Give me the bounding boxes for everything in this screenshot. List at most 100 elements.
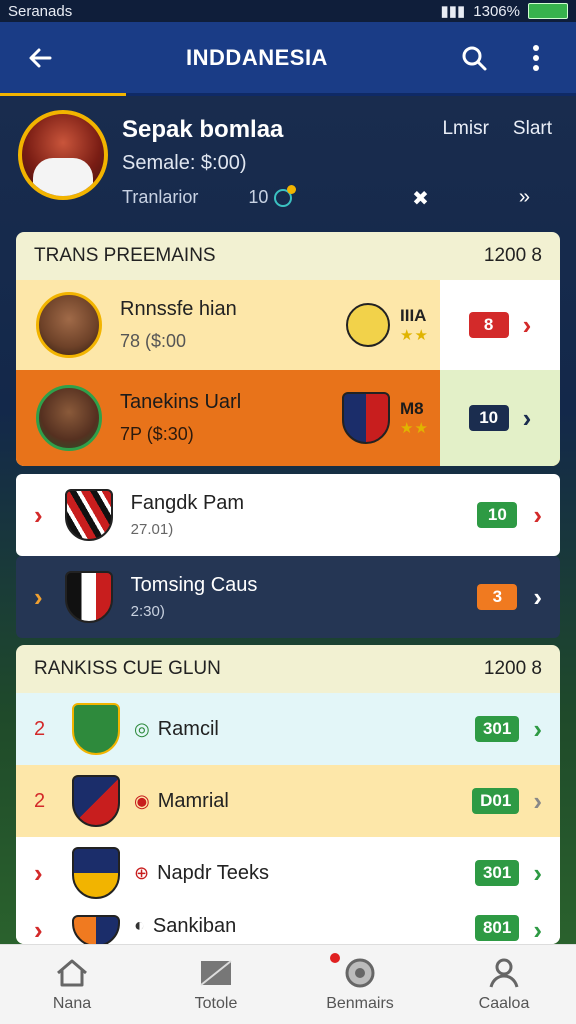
nav-label: Totole [194, 994, 238, 1012]
club-name: Tomsing Caus [130, 574, 258, 596]
rank-number: 2 [34, 789, 46, 812]
player-avatar [36, 292, 102, 358]
player-avatar [36, 385, 102, 451]
user-icon [486, 957, 522, 989]
nav-label: Benmairs [326, 994, 394, 1012]
club-crest-icon [64, 571, 113, 623]
notification-dot [330, 952, 340, 963]
profile-link-1[interactable]: Lmisr [442, 118, 488, 140]
profile-meta-value: 10 [248, 187, 269, 207]
club-emblem-icon: ⊕ [134, 862, 150, 883]
panel-count: 1200 8 [483, 245, 542, 266]
club-emblem-icon: ◎ [134, 718, 150, 739]
club-code: IIIA [400, 306, 427, 325]
chevron-right-icon: › [34, 499, 43, 530]
panel-title: RANKISS CUE GLUN [34, 658, 221, 679]
chevron-right-icon[interactable]: › [533, 500, 542, 531]
transfer-badge: 8 [468, 312, 509, 338]
transfer-row[interactable]: Rnnssfe hian 78 ($:00 IIIA ★★ 8 › [16, 280, 560, 370]
chevron-right-icon[interactable]: › [533, 714, 542, 745]
nav-item-messages[interactable]: Totole [156, 957, 276, 1013]
chevron-right-icon[interactable]: › [533, 915, 542, 944]
ranking-name: Napdr Teeks [157, 861, 270, 884]
player-price: 78 ($:00 [120, 331, 187, 351]
club-sub: 27.01) [130, 521, 174, 538]
chevron-right-icon: › [34, 857, 43, 888]
tools-icon[interactable]: ✖ [412, 186, 429, 211]
club-crest-icon [72, 915, 120, 944]
fast-forward-icon[interactable]: » [519, 186, 530, 211]
club-crest-icon [64, 489, 113, 541]
search-button[interactable] [454, 38, 494, 78]
ranking-row[interactable]: 2 ◎ Ramcil 301 › [16, 693, 560, 765]
chevron-right-icon: › [34, 581, 43, 612]
club-crest-icon [72, 847, 120, 899]
club-code: M8 [400, 399, 424, 418]
ball-icon [342, 957, 378, 989]
club-sub: 2:30) [130, 603, 165, 620]
club-crest-icon [346, 303, 390, 347]
club-badge: 10 [477, 502, 518, 528]
more-vertical-icon [533, 44, 539, 71]
carrier-label: Seranads [8, 2, 73, 20]
back-button[interactable] [20, 38, 60, 78]
search-icon [462, 46, 487, 70]
ranking-panel: RANKISS CUE GLUN 1200 8 2 ◎ Ramcil 301 ›… [16, 645, 560, 944]
club-row[interactable]: › Fangdk Pam 27.01) 10 › [16, 474, 560, 556]
player-name: Tanekins Uarl [120, 391, 242, 413]
ranking-row[interactable]: › ◐ Sankiban 801 › [16, 909, 560, 944]
app-bar: INDDANESIA [0, 22, 576, 96]
ranking-badge: 301 [474, 860, 520, 886]
chevron-right-icon[interactable]: › [533, 582, 542, 613]
ranking-badge: 801 [474, 915, 520, 941]
transfer-badge: 10 [468, 405, 509, 431]
nav-item-members[interactable]: Benmairs [300, 952, 420, 1013]
club-crest-icon [72, 775, 120, 827]
ranking-name: Mamrial [157, 789, 229, 812]
chevron-right-icon[interactable]: › [523, 403, 532, 434]
rating-stars-icon: ★★ [400, 327, 429, 344]
club-emblem-icon: ◐ [134, 915, 145, 935]
more-button[interactable] [516, 38, 556, 78]
profile-meta-label: Tranlarior [122, 187, 199, 207]
nav-item-home[interactable]: Nana [12, 957, 132, 1013]
mail-icon [198, 957, 234, 989]
profile-card: Sepak bomlaa Semale: $:00) Tranlarior 10… [0, 96, 576, 226]
nav-label: Nana [52, 994, 92, 1012]
profile-link-2[interactable]: Slart [513, 118, 552, 140]
chevron-right-icon: › [34, 915, 43, 944]
status-bar: Seranads ▮▮▮ 1306% [0, 0, 576, 22]
back-arrow-icon [29, 48, 52, 67]
nav-item-profile[interactable]: Caaloa [444, 957, 564, 1013]
battery-icon [528, 3, 568, 19]
bottom-nav: Nana Totole Benmairs Caaloa [0, 944, 576, 1024]
rating-stars-icon: ★★ [400, 420, 429, 437]
ranking-badge: 301 [474, 716, 520, 742]
panel-count: 1200 8 [483, 658, 542, 679]
ranking-name: Sankiban [152, 915, 237, 937]
club-badge: 3 [477, 584, 518, 610]
club-name: Fangdk Pam [130, 492, 245, 514]
nav-label: Caaloa [478, 994, 530, 1012]
battery-percent: 1306% [473, 2, 520, 20]
profile-subtitle: Semale: $:00) [122, 152, 247, 174]
panel-title: TRANS PREEMAINS [34, 245, 216, 266]
chevron-right-icon[interactable]: › [533, 786, 542, 817]
chevron-right-icon[interactable]: › [523, 310, 532, 341]
player-name: Rnnssfe hian [120, 298, 237, 320]
chevron-right-icon[interactable]: › [533, 858, 542, 889]
page-title: INDDANESIA [186, 44, 328, 70]
ranking-name: Ramcil [157, 717, 219, 740]
ranking-badge: D01 [472, 788, 520, 814]
club-crest-icon [72, 703, 120, 755]
club-emblem-icon: ◉ [134, 790, 150, 811]
ranking-row[interactable]: › ⊕ Napdr Teeks 301 › [16, 837, 560, 909]
transfer-row[interactable]: Tanekins Uarl 7P ($:30) M8 ★★ 10 › [16, 370, 560, 466]
transfers-panel: TRANS PREEMAINS 1200 8 Rnnssfe hian 78 (… [16, 232, 560, 466]
status-icons: ▮▮▮ 1306% [441, 2, 568, 20]
ranking-row[interactable]: 2 ◉ Mamrial D01 › [16, 765, 560, 837]
club-row[interactable]: › Tomsing Caus 2:30) 3 › [16, 556, 560, 638]
avatar[interactable] [18, 110, 108, 200]
home-icon [54, 957, 90, 989]
rank-number: 2 [34, 717, 46, 740]
